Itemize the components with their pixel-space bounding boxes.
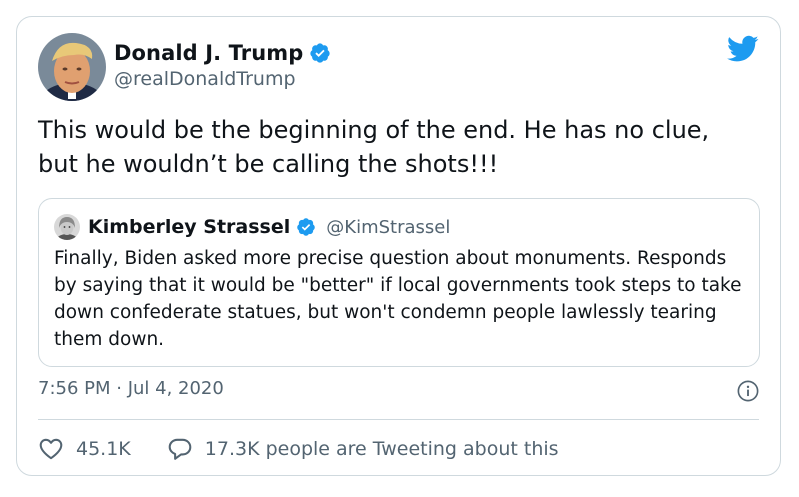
divider [38, 419, 759, 420]
quoted-author-name[interactable]: Kimberley Strassel [88, 216, 290, 238]
author-avatar-image [38, 33, 106, 101]
verified-badge-icon [297, 218, 316, 236]
action-row: 45.1K 17.3K people are Tweeting about th… [38, 435, 559, 463]
like-count: 45.1K [76, 438, 131, 460]
quoted-header: Kimberley Strassel @KimStrassel [88, 215, 450, 239]
twitter-bird-icon[interactable] [727, 35, 759, 63]
info-icon[interactable] [737, 380, 759, 402]
conversation-button[interactable]: 17.3K people are Tweeting about this [167, 436, 559, 462]
tweet-card[interactable]: Donald J. Trump @realDonaldTrump This wo… [16, 16, 781, 476]
tweet-text: This would be the beginning of the end. … [38, 116, 710, 178]
reply-bubble-icon [168, 438, 192, 460]
author-handle[interactable]: @realDonaldTrump [114, 68, 296, 90]
quoted-tweet-text: Finally, Biden asked more precise questi… [54, 248, 742, 350]
author-name-row: Donald J. Trump [114, 40, 331, 66]
quoted-author-handle[interactable]: @KimStrassel [326, 217, 450, 238]
author-name[interactable]: Donald J. Trump [114, 41, 303, 65]
tweet-timestamp[interactable]: 7:56 PM · Jul 4, 2020 [38, 378, 224, 399]
verified-badge-icon [310, 43, 330, 63]
author-avatar[interactable] [38, 33, 106, 101]
quoted-avatar-image [54, 214, 80, 240]
quoted-tweet[interactable]: Kimberley Strassel @KimStrassel Finally,… [38, 198, 760, 367]
conversation-label: 17.3K people are Tweeting about this [204, 438, 559, 460]
quoted-author-avatar[interactable] [54, 214, 80, 240]
like-button[interactable]: 45.1K [38, 436, 131, 462]
heart-icon [39, 438, 63, 460]
